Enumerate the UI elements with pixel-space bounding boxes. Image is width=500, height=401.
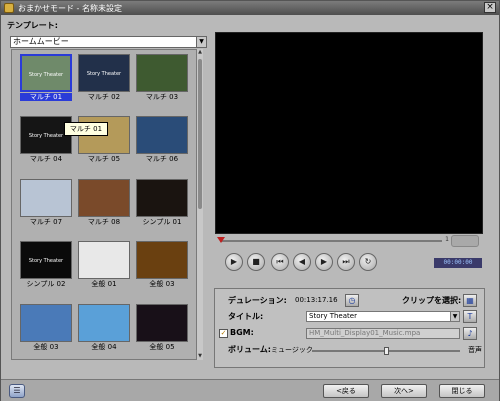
thumbnail-image: Story Theater bbox=[20, 241, 72, 279]
thumbnail-image bbox=[136, 116, 188, 154]
template-thumbnail[interactable]: 全般 03 bbox=[20, 304, 72, 351]
thumbnail-text: Story Theater bbox=[86, 71, 122, 77]
step-forward-icon[interactable]: ▶ bbox=[315, 253, 333, 271]
duration-edit-icon[interactable]: ◷ bbox=[345, 294, 359, 307]
thumbnail-caption: シンプル 01 bbox=[142, 218, 182, 226]
skip-end-icon[interactable]: ⏭ bbox=[337, 253, 355, 271]
thumbnail-image bbox=[136, 179, 188, 217]
bgm-browse-icon[interactable]: ♪ bbox=[463, 327, 477, 340]
thumbnail-caption: マルチ 08 bbox=[87, 218, 121, 226]
title-label: タイトル: bbox=[228, 312, 264, 321]
clip-select-icon[interactable]: ▦ bbox=[463, 294, 477, 307]
template-thumbnail[interactable]: Story Theater マルチ 02 bbox=[78, 54, 130, 101]
template-thumbnail[interactable]: シンプル 01 bbox=[136, 179, 188, 226]
play-icon[interactable]: ▶ bbox=[225, 253, 243, 271]
timecode-display: 00:00:00 bbox=[434, 258, 482, 268]
main-window: おまかせモード - 名称未設定 × テンプレート: ホームムービー ▼ Stor… bbox=[0, 0, 500, 401]
scrollbar-thumb[interactable] bbox=[198, 59, 202, 209]
template-selected-value: ホームムービー bbox=[13, 37, 69, 46]
title-edit-icon[interactable]: T bbox=[463, 310, 477, 323]
app-icon bbox=[4, 3, 14, 13]
thumbnail-caption: シンプル 02 bbox=[26, 280, 66, 288]
bgm-field[interactable]: HM_Multi_Display01_Music.mpa bbox=[306, 328, 460, 339]
close-window-button[interactable]: × bbox=[484, 2, 496, 13]
bgm-checkbox[interactable]: ✓ bbox=[219, 329, 228, 338]
template-thumbnail[interactable]: 全般 05 bbox=[136, 304, 188, 351]
template-thumbnail[interactable]: 全般 03 bbox=[136, 241, 188, 288]
duration-value: 00:13:17.16 bbox=[295, 296, 338, 304]
settings-panel: デュレーション: 00:13:17.16 ◷ クリップを選択: ▦ タイトル: … bbox=[214, 288, 485, 368]
thumbnail-caption: 全般 01 bbox=[91, 280, 117, 288]
template-thumbnail[interactable]: 全般 01 bbox=[78, 241, 130, 288]
template-thumbnail[interactable]: 全般 04 bbox=[78, 304, 130, 351]
timeline-track[interactable] bbox=[220, 240, 442, 242]
thumbnail-caption: マルチ 07 bbox=[29, 218, 63, 226]
scroll-up-icon[interactable]: ▲ bbox=[197, 49, 203, 56]
thumbnail-caption: 全般 04 bbox=[91, 343, 117, 351]
chevron-down-icon[interactable]: ▼ bbox=[450, 312, 459, 321]
template-thumbnail[interactable]: マルチ 03 bbox=[136, 54, 188, 101]
thumbnail-caption: マルチ 02 bbox=[87, 93, 121, 101]
thumbnail-caption: マルチ 05 bbox=[87, 155, 121, 163]
title-field[interactable]: Story Theater ▼ bbox=[306, 311, 460, 322]
thumbnail-text: Story Theater bbox=[28, 258, 64, 264]
volume-slider[interactable] bbox=[312, 347, 460, 355]
skip-start-icon[interactable]: ⏮ bbox=[271, 253, 289, 271]
thumbnail-image bbox=[78, 241, 130, 279]
timeline-marker[interactable] bbox=[217, 237, 225, 243]
volume-voice-label: 音声 bbox=[468, 346, 482, 354]
thumbnail-image bbox=[78, 304, 130, 342]
preview-screen bbox=[215, 32, 483, 234]
volume-slider-knob[interactable] bbox=[384, 347, 389, 355]
step-back-icon[interactable]: ◀ bbox=[293, 253, 311, 271]
volume-music-label: ミュージック bbox=[271, 346, 313, 354]
thumbnail-image bbox=[136, 241, 188, 279]
repeat-icon[interactable]: ↻ bbox=[359, 253, 377, 271]
template-thumbnail[interactable]: Story Theater シンプル 02 bbox=[20, 241, 72, 288]
timeline-end-label: 1 bbox=[445, 236, 449, 243]
stop-icon[interactable]: ■ bbox=[247, 253, 265, 271]
thumbnail-caption: 全般 03 bbox=[149, 280, 175, 288]
thumbnail-caption: マルチ 04 bbox=[29, 155, 63, 163]
timeline-zoom-box[interactable] bbox=[451, 235, 479, 247]
thumbnail-image bbox=[78, 179, 130, 217]
thumbnail-caption: 全般 05 bbox=[149, 343, 175, 351]
template-thumbnail[interactable]: Story Theater マルチ 01 bbox=[20, 54, 72, 101]
next-button[interactable]: 次へ> bbox=[381, 384, 427, 398]
close-button[interactable]: 閉じる bbox=[439, 384, 485, 398]
window-title: おまかせモード - 名称未設定 bbox=[18, 4, 122, 13]
bottom-bar: ☰ <戻る 次へ> 閉じる bbox=[1, 379, 499, 401]
template-dropdown[interactable]: ホームムービー ▼ bbox=[10, 36, 207, 48]
menu-icon[interactable]: ☰ bbox=[9, 384, 25, 398]
clip-select-label: クリップを選択: bbox=[402, 296, 462, 305]
preview-timeline[interactable]: 1 bbox=[217, 236, 449, 245]
thumbnail-image bbox=[20, 304, 72, 342]
title-field-value: Story Theater bbox=[309, 312, 357, 320]
thumbnail-text: Story Theater bbox=[28, 72, 64, 78]
back-button[interactable]: <戻る bbox=[323, 384, 369, 398]
thumbnail-image bbox=[20, 179, 72, 217]
chevron-down-icon[interactable]: ▼ bbox=[196, 37, 206, 47]
thumbnail-image: Story Theater bbox=[78, 54, 130, 92]
thumbnail-caption: 全般 03 bbox=[33, 343, 59, 351]
thumbnail-caption: マルチ 06 bbox=[145, 155, 179, 163]
template-gallery: Story Theater マルチ 01 Story Theater マルチ 02 マル… bbox=[11, 49, 197, 360]
template-thumbnail[interactable]: マルチ 06 bbox=[136, 116, 188, 163]
thumbnail-image bbox=[136, 304, 188, 342]
thumbnail-tooltip: マルチ 01 bbox=[64, 122, 108, 136]
thumbnail-caption: マルチ 03 bbox=[145, 93, 179, 101]
volume-label: ボリューム: bbox=[228, 345, 271, 354]
title-bar: おまかせモード - 名称未設定 × bbox=[1, 1, 499, 15]
thumbnail-image bbox=[136, 54, 188, 92]
duration-label: デュレーション: bbox=[228, 296, 287, 305]
template-label: テンプレート: bbox=[7, 21, 58, 30]
bgm-label: BGM: bbox=[230, 328, 254, 337]
template-thumbnail[interactable]: マルチ 07 bbox=[20, 179, 72, 226]
gallery-scrollbar[interactable]: ▲ ▼ bbox=[197, 49, 203, 360]
thumbnail-caption: マルチ 01 bbox=[20, 93, 72, 101]
template-thumbnail[interactable]: マルチ 08 bbox=[78, 179, 130, 226]
scroll-down-icon[interactable]: ▼ bbox=[197, 353, 203, 360]
thumbnail-image: Story Theater bbox=[20, 54, 72, 92]
